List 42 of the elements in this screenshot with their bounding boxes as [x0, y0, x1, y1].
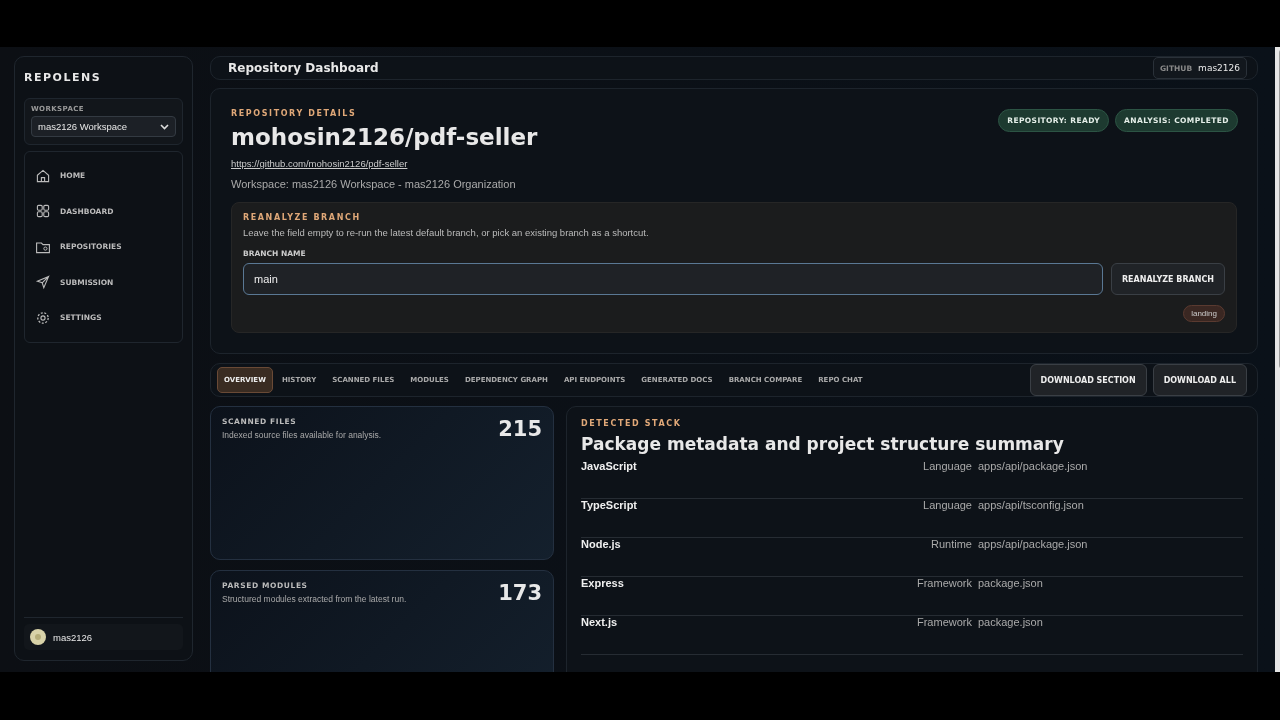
section-label: REANALYZE BRANCH	[243, 213, 362, 222]
branch-chip[interactable]: landing	[1183, 305, 1225, 322]
repository-name: mohosin2126/pdf-seller	[231, 124, 538, 150]
stack-name: TypeScript	[581, 499, 639, 511]
stack-name: Next.js	[581, 616, 619, 628]
stack-type: Language	[922, 499, 972, 511]
stack-name: Express	[581, 577, 625, 589]
workspace-select[interactable]: mas2126 Workspace	[31, 116, 176, 137]
stack-name: JavaScript	[581, 460, 638, 472]
stack-type: Language	[922, 460, 972, 472]
stack-name: Node.js	[581, 538, 622, 550]
branch-input[interactable]: main	[243, 263, 1103, 295]
grid-icon	[35, 203, 51, 220]
avatar-icon	[30, 629, 46, 645]
page-title: Repository Dashboard	[228, 61, 379, 75]
stack-type: Framework	[916, 616, 972, 628]
chevron-down-icon	[160, 123, 169, 130]
workspace-text: Workspace: mas2126 Workspace - mas2126 Organization	[231, 178, 517, 190]
stat-description: Structured modules extracted from the latest run.	[222, 594, 407, 604]
section-label: REPOSITORY DETAILS	[231, 109, 358, 118]
brand-title: REPOLENS	[24, 71, 103, 84]
stack-path: apps/api/package.json	[978, 460, 1089, 472]
settings-icon	[35, 309, 51, 326]
stat-value: 215	[498, 417, 542, 443]
hint-text: Leave the field empty to re-run the latest default branch, or pick an existing branch as a shortcut.	[243, 227, 650, 238]
reanalyze-button[interactable]: REANALYZE BRANCH	[1110, 263, 1225, 295]
stat-value: 173	[498, 581, 542, 607]
stat-description: Indexed source files available for analysis.	[222, 430, 382, 440]
user-chip[interactable]: mas2126	[24, 624, 183, 650]
stack-path: package.json	[978, 577, 1044, 589]
stack-path: apps/api/tsconfig.json	[978, 499, 1085, 511]
stack-title: Package metadata and project structure summary	[581, 434, 1065, 454]
stack-type: Runtime	[930, 538, 972, 550]
stack-type: Framework	[916, 577, 972, 589]
home-icon	[35, 167, 51, 184]
send-icon	[35, 274, 51, 291]
repository-link[interactable]: https://github.com/mohosin2126/pdf-seller	[231, 158, 538, 169]
stack-path: apps/api/package.json	[978, 538, 1089, 550]
download-button[interactable]: DOWNLOAD SECTION	[1029, 364, 1147, 396]
stack-path: package.json	[978, 616, 1044, 628]
section-label: DETECTED STACK	[581, 419, 683, 428]
download-button[interactable]: DOWNLOAD ALL	[1152, 364, 1247, 396]
